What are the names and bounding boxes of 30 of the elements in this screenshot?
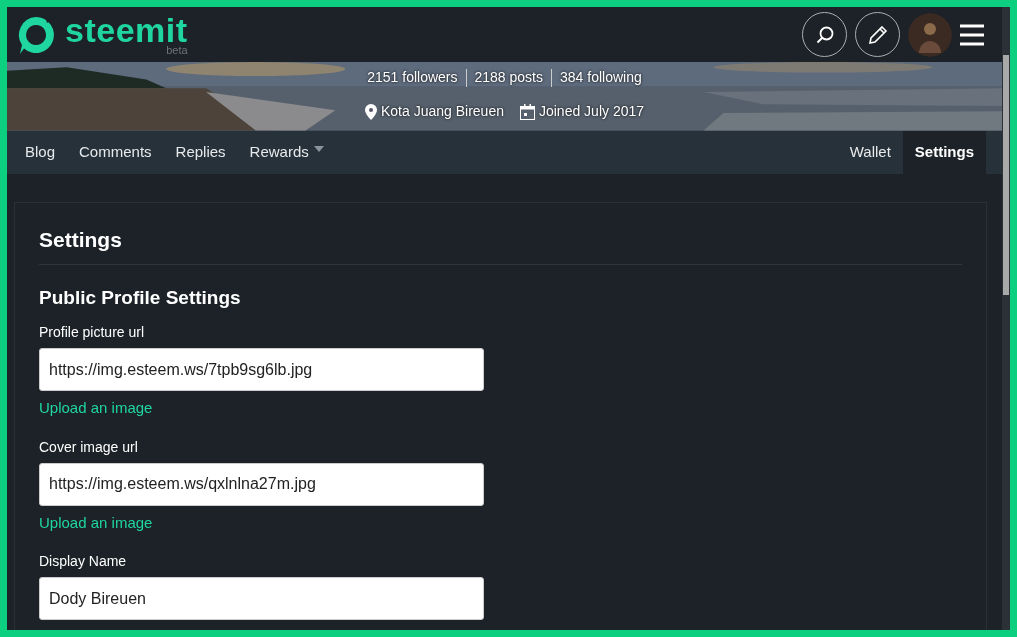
menu-icon[interactable] [960,23,984,46]
beta-label: beta [165,45,188,57]
calendar-icon [519,103,535,120]
stat-link[interactable]: 384 following [552,67,650,89]
pencil-icon [867,24,888,45]
stat-link[interactable]: 2151 followers [359,67,466,89]
location-text: Kota Juang Bireuen [380,102,504,122]
nav-tab[interactable]: Replies [163,130,238,174]
logo-text[interactable]: steemit [65,13,188,48]
nav-tab[interactable]: Wallet [837,130,903,174]
nav-tab[interactable]: Settings [902,130,986,174]
stat-link[interactable]: 2188 posts [466,67,551,89]
field-label: Profile picture url [39,323,146,342]
upload-link[interactable]: Upload an image [39,397,153,420]
nav-tab[interactable]: Rewards [237,130,336,174]
field-label: Cover image url [39,437,139,457]
field-label: Display Name [39,552,128,571]
input-field[interactable]: Dody Bireuen [39,577,484,620]
nav-tab[interactable]: Blog [13,130,68,174]
page-heading: Settings [39,227,962,266]
location-pin-icon [364,103,377,120]
scrollbar[interactable] [1002,7,1010,630]
input-field[interactable]: https://img.esteem.ws/qxlnlna27m.jpg [39,462,484,506]
input-field[interactable]: https://img.esteem.ws/7tpb9sg6lb.jpg [39,348,484,391]
nav-tab[interactable]: Comments [67,130,164,174]
joined-date-text: Joined July 2017 [538,102,645,122]
section-heading: Public Profile Settings [39,287,242,310]
avatar[interactable] [908,12,952,57]
search-icon [814,24,835,45]
upload-link[interactable]: Upload an image [39,511,153,534]
